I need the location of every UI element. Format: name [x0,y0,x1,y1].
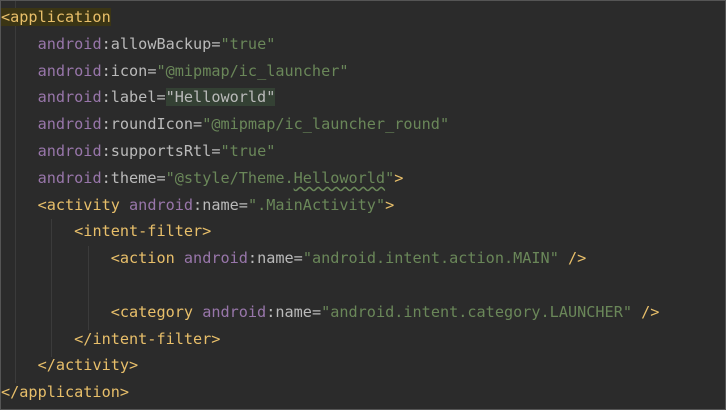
code-line-activity-close[interactable]: </activity> [1,352,725,379]
attribute-name: name [202,195,239,214]
intent-filter-open-tag: <intent-filter> [74,222,212,241]
namespace: android [202,302,267,321]
attribute-value: "android.intent.action.MAIN" [302,249,559,268]
activity-close-tag: </activity> [37,356,139,375]
application-close-tag: </application> [1,383,130,402]
attribute-name: name [257,249,294,268]
code-line-icon[interactable]: android:icon="@mipmap/ic_launcher" [1,58,725,85]
attribute-name: roundIcon [110,115,194,134]
application-open-tag: <application [1,8,111,26]
namespace: android [37,61,102,80]
activity-open-tag: <activity [37,195,120,214]
code-line-blank[interactable] [1,272,725,299]
attribute-value: "@mipmap/ic_launcher" [156,61,349,80]
attribute-value: "Helloworld" [165,88,276,107]
intent-filter-close-tag: </intent-filter> [74,329,221,348]
code-line-intent-filter-close[interactable]: </intent-filter> [1,326,725,353]
code-line-intent-filter-open[interactable]: <intent-filter> [1,218,725,245]
code-line-category[interactable]: <category android:name="android.intent.c… [1,299,725,326]
code-lines: <application android:allowBackup="true" … [1,4,725,406]
namespace: android [129,195,194,214]
attribute-name: icon [110,61,148,80]
tag-close: > [385,195,395,214]
action-tag: <action [110,249,175,268]
attribute-value: ".MainActivity" [247,195,386,214]
attribute-value: "true" [220,141,276,160]
attribute-name: allowBackup [110,34,212,53]
tag-close: > [394,168,404,187]
tag-close: /> [568,249,587,268]
attribute-value: "android.intent.category.LAUNCHER" [321,302,632,321]
namespace: android [37,115,102,134]
code-line-application-close[interactable]: </application> [1,379,725,406]
code-line-theme[interactable]: android:theme="@style/Theme.Helloworld"> [1,165,725,192]
namespace: android [37,141,102,160]
attribute-name: name [275,302,312,321]
namespace: android [37,168,102,187]
code-line-supports-rtl[interactable]: android:supportsRtl="true" [1,138,725,165]
tag-close: /> [641,302,660,321]
code-line-action[interactable]: <action android:name="android.intent.act… [1,245,725,272]
namespace: android [37,34,102,53]
namespace: android [183,249,248,268]
attribute-value: "@style/Theme. [165,168,294,187]
code-line-application-open[interactable]: <application [1,4,725,31]
attribute-name: supportsRtl [110,141,212,160]
attribute-value-end: " [385,168,395,187]
category-tag: <category [110,302,194,321]
spellcheck-word: Helloworld [293,168,386,187]
attribute-value: "true" [220,34,276,53]
code-line-round-icon[interactable]: android:roundIcon="@mipmap/ic_launcher_r… [1,111,725,138]
code-line-label[interactable]: android:label="Helloworld" [1,84,725,111]
attribute-name: theme [110,168,157,187]
code-line-activity-open[interactable]: <activity android:name=".MainActivity"> [1,192,725,219]
code-editor[interactable]: <application android:allowBackup="true" … [0,0,726,410]
namespace: android [37,88,102,107]
attribute-value: "@mipmap/ic_launcher_round" [202,115,450,134]
attribute-name: label [110,88,157,107]
code-line-allow-backup[interactable]: android:allowBackup="true" [1,31,725,58]
